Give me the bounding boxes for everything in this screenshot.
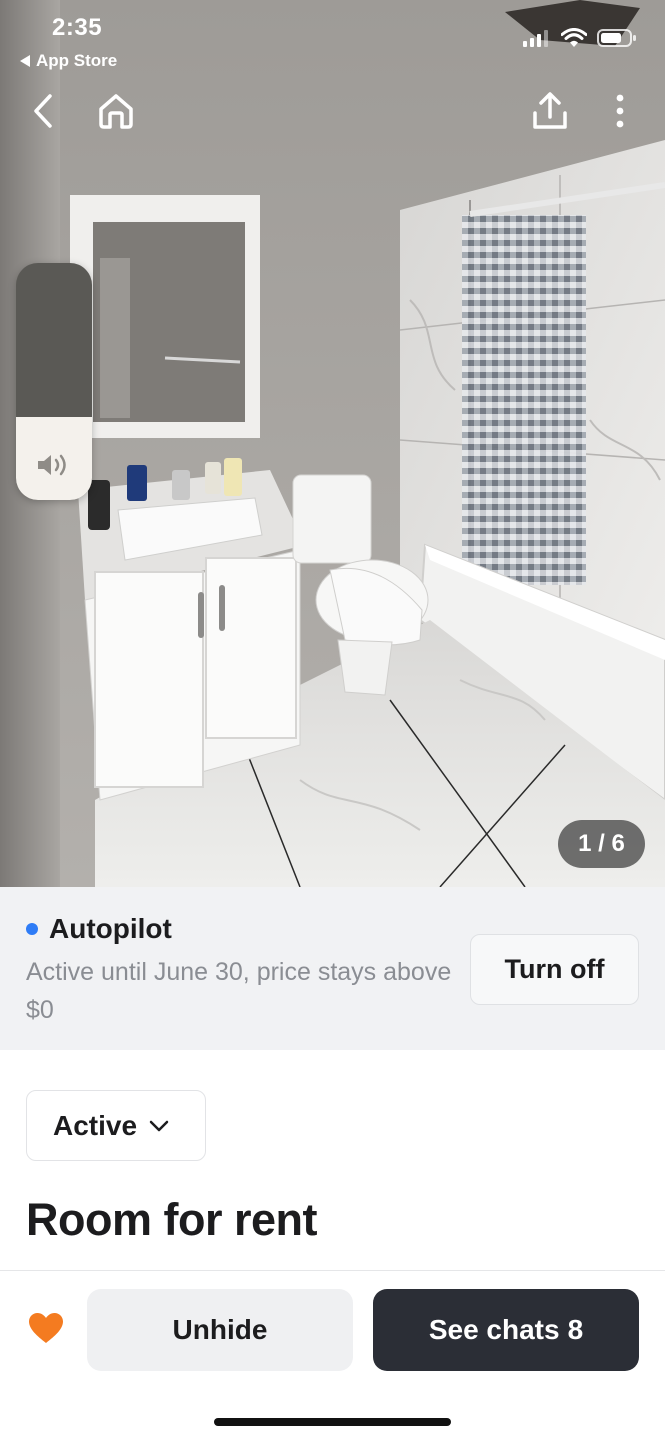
autopilot-description: Active until June 30, price stays above … [26,958,452,1024]
cellular-signal-icon [523,30,548,47]
photo-top-nav [0,86,665,142]
autopilot-title: Autopilot [49,913,172,944]
wifi-icon [561,28,587,47]
speaker-icon [38,454,66,476]
bottom-bar-divider [0,1270,665,1271]
more-vertical-icon [616,94,624,128]
back-button[interactable] [18,86,68,136]
photo-counter: 1 / 6 [558,820,645,868]
back-app-label: App Store [36,51,118,70]
status-bar: 2:35 App Store [0,0,665,80]
share-button[interactable] [525,86,575,136]
turn-off-autopilot-button[interactable]: Turn off [470,934,639,1005]
home-icon [99,94,133,129]
unhide-button[interactable]: Unhide [87,1289,353,1371]
more-options-button[interactable] [595,86,645,136]
chevron-left-icon [34,94,52,128]
autopilot-status-dot [26,923,38,935]
volume-icon-wrap [16,452,92,478]
heart-icon [29,1313,63,1343]
status-icons [523,28,637,48]
chevron-down-icon [149,1120,169,1131]
save-heart-button[interactable] [24,1308,68,1348]
back-triangle-icon [20,55,30,67]
share-icon [533,92,567,129]
see-chats-button[interactable]: See chats 8 [373,1289,639,1371]
home-indicator [214,1418,451,1426]
back-to-app-link[interactable]: App Store [20,51,117,71]
listing-status-label: Active [53,1109,138,1141]
battery-icon [597,29,636,47]
listing-title: Room for rent [26,1194,318,1245]
listing-status-dropdown[interactable]: Active [26,1090,206,1161]
volume-indicator [16,263,92,500]
see-chats-label: See chats [428,1314,560,1345]
home-button[interactable] [91,86,141,136]
chats-count: 8 [567,1314,584,1345]
status-time: 2:35 [52,14,103,41]
listing-photo[interactable]: 2:35 App Store 1 / 6 [0,0,665,887]
